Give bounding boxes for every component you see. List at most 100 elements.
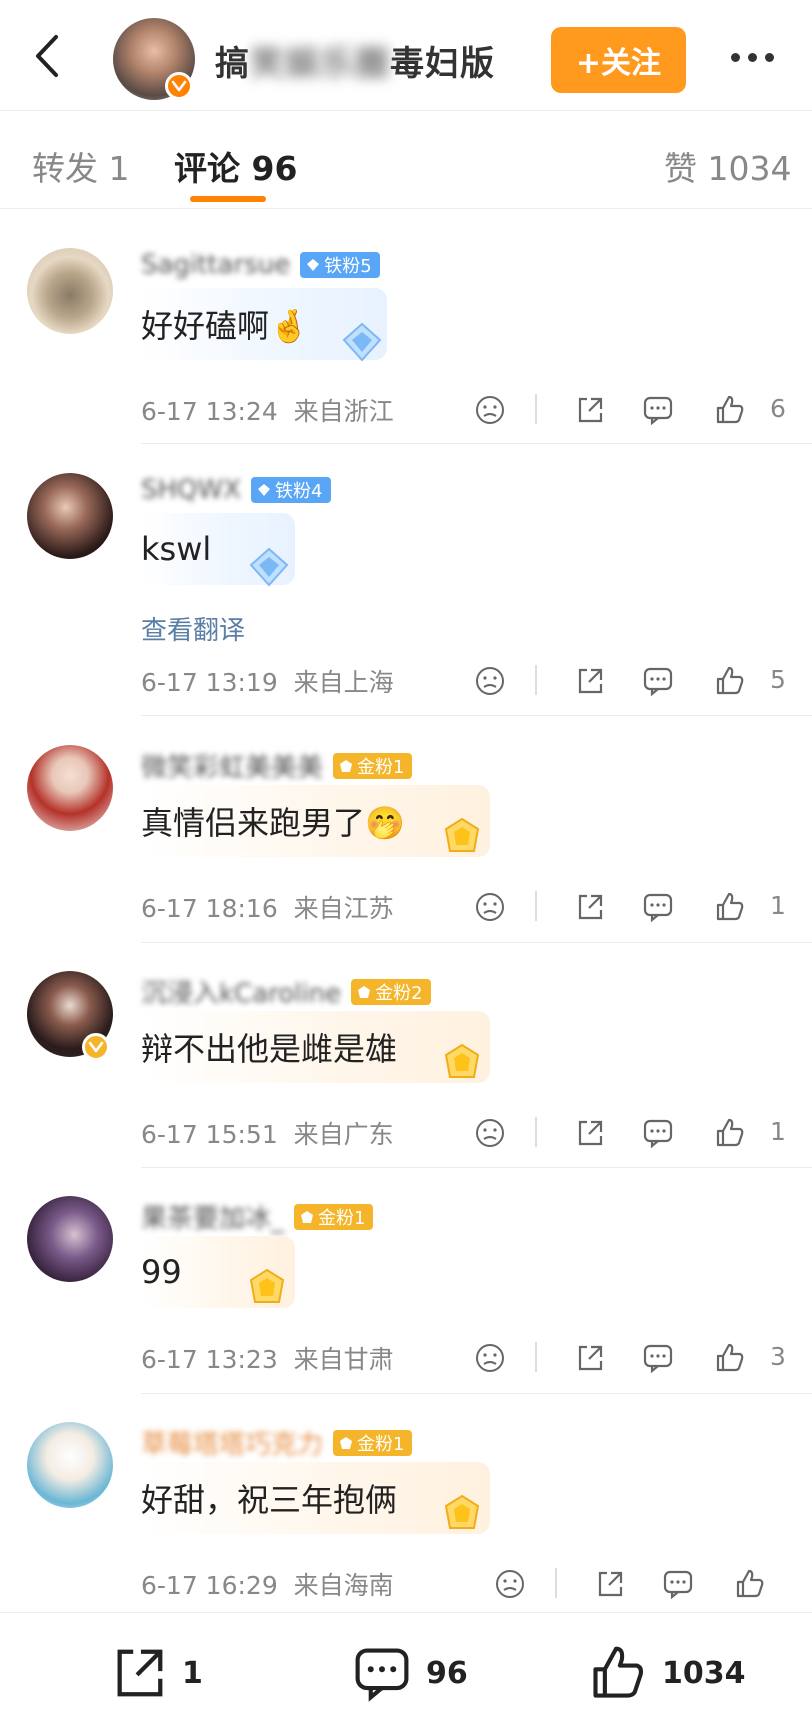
follow-button[interactable]: +关注 xyxy=(551,27,686,93)
comment-bubble[interactable]: 好甜，祝三年抱俩 xyxy=(141,1462,490,1534)
avatar[interactable] xyxy=(27,473,113,559)
comment-meta: 6-17 13:19 来自上海 xyxy=(141,668,394,697)
comment-author[interactable]: Sagittarsue 铁粉5 xyxy=(141,250,380,280)
repost-button[interactable]: 1 xyxy=(110,1641,203,1705)
gold-gem-deco-icon xyxy=(249,1268,285,1303)
crown-gem-icon xyxy=(340,759,353,772)
detail-tabs: 转发 1 评论 96 赞 1034 xyxy=(0,110,812,209)
comment-actions: 5 xyxy=(470,661,790,701)
comment-meta: 6-17 16:29 来自海南 xyxy=(141,1571,394,1600)
comment-icon[interactable] xyxy=(658,1564,698,1604)
comment-bubble[interactable]: 辩不出他是雌是雄 xyxy=(141,1011,490,1083)
fan-badge: 铁粉4 xyxy=(251,477,331,503)
like-count: 3 xyxy=(770,1342,786,1371)
avatar[interactable] xyxy=(27,1422,113,1508)
like-count: 5 xyxy=(770,665,786,694)
divider xyxy=(141,1167,812,1168)
like-count: 1 xyxy=(770,891,786,920)
like-count: 1034 xyxy=(662,1655,746,1691)
like-icon[interactable] xyxy=(730,1564,770,1604)
diamond-icon xyxy=(258,484,271,496)
dislike-icon[interactable] xyxy=(490,1564,530,1604)
tab-comments[interactable]: 评论 96 xyxy=(174,142,297,190)
comment-meta: 6-17 13:23 来自甘肃 xyxy=(141,1345,394,1374)
author-name[interactable]: 搞笑娱乐圈毒妇版 xyxy=(215,36,495,85)
active-tab-indicator xyxy=(190,196,266,202)
gold-gem-deco-icon xyxy=(444,1494,480,1529)
comment-icon[interactable] xyxy=(638,1113,678,1153)
divider xyxy=(141,1393,812,1394)
tab-reposts[interactable]: 转发 1 xyxy=(32,142,130,190)
verified-icon xyxy=(82,1033,110,1061)
share-icon[interactable] xyxy=(590,1564,630,1604)
comment-text: 辩不出他是雌是雄 xyxy=(141,1030,398,1068)
back-arrow-icon xyxy=(36,35,58,77)
bottom-action-bar: 1 96 1034 xyxy=(0,1612,812,1733)
repost-count: 1 xyxy=(182,1655,203,1691)
comment-icon[interactable] xyxy=(638,1338,678,1378)
like-count: 1 xyxy=(770,1117,786,1146)
back-button[interactable] xyxy=(22,28,72,84)
comment-author[interactable]: 果茶要加冰_ 金粉1 xyxy=(141,1198,374,1235)
translate-link[interactable]: 查看翻译 xyxy=(141,610,245,647)
like-icon xyxy=(593,1646,644,1698)
comment-text: kswl xyxy=(141,530,212,568)
comment-author[interactable]: SHQWX 铁粉4 xyxy=(141,475,331,505)
divider xyxy=(141,715,812,716)
comment-author[interactable]: 微笑彩虹美美美 金粉1 xyxy=(141,747,413,784)
comment-icon[interactable] xyxy=(638,887,678,927)
more-icon[interactable] xyxy=(722,40,782,74)
share-icon[interactable] xyxy=(570,1113,610,1153)
like-count: 6 xyxy=(770,394,786,423)
share-icon[interactable] xyxy=(570,661,610,701)
top-bar: 搞笑娱乐圈毒妇版 +关注 xyxy=(0,0,812,111)
fan-badge: 铁粉5 xyxy=(300,252,380,278)
avatar[interactable] xyxy=(27,745,113,831)
comment-meta: 6-17 18:16 来自江苏 xyxy=(141,894,394,923)
dislike-icon[interactable] xyxy=(470,390,510,430)
divider xyxy=(141,443,812,444)
comment-button[interactable]: 96 xyxy=(352,1641,468,1705)
comment-count: 96 xyxy=(426,1655,468,1691)
avatar[interactable] xyxy=(27,1196,113,1282)
share-icon[interactable] xyxy=(570,390,610,430)
diamond-deco-icon xyxy=(249,547,289,587)
crown-gem-icon xyxy=(340,1436,353,1449)
comment-icon[interactable] xyxy=(638,661,678,701)
like-icon[interactable] xyxy=(710,661,750,701)
dislike-icon[interactable] xyxy=(470,661,510,701)
comment-author[interactable]: 草莓塔塔巧克力 金粉1 xyxy=(141,1424,413,1461)
comment-text: 好好磕啊🤞 xyxy=(141,307,309,345)
dislike-icon[interactable] xyxy=(470,887,510,927)
like-icon[interactable] xyxy=(710,1338,750,1378)
comment-meta: 6-17 13:24 来自浙江 xyxy=(141,397,394,426)
crown-gem-icon xyxy=(358,985,371,998)
comment-actions: 3 xyxy=(470,1338,790,1378)
comment-actions: 6 xyxy=(470,390,790,430)
fan-badge: 金粉2 xyxy=(351,978,431,1005)
divider xyxy=(141,942,812,943)
diamond-deco-icon xyxy=(342,322,382,362)
gold-gem-deco-icon xyxy=(444,817,480,852)
share-icon xyxy=(117,1649,163,1697)
like-icon[interactable] xyxy=(710,887,750,927)
tab-likes[interactable]: 赞 1034 xyxy=(664,142,791,190)
comment-actions: 1 xyxy=(470,887,790,927)
comment-author[interactable]: 沉浸入kCaroline 金粉2 xyxy=(141,973,431,1010)
like-icon[interactable] xyxy=(710,1113,750,1153)
comment-icon[interactable] xyxy=(638,390,678,430)
share-icon[interactable] xyxy=(570,887,610,927)
comment-text: 好甜，祝三年抱俩 xyxy=(141,1481,398,1519)
diamond-icon xyxy=(307,259,320,271)
avatar[interactable] xyxy=(27,248,113,334)
like-button[interactable]: 1034 xyxy=(588,1641,746,1705)
fan-badge: 金粉1 xyxy=(333,1429,413,1456)
like-icon[interactable] xyxy=(710,390,750,430)
gold-gem-deco-icon xyxy=(444,1043,480,1078)
dislike-icon[interactable] xyxy=(470,1338,510,1378)
comment-bubble[interactable]: 真情侣来跑男了🤭 xyxy=(141,785,490,857)
comment-meta: 6-17 15:51 来自广东 xyxy=(141,1120,394,1149)
dislike-icon[interactable] xyxy=(470,1113,510,1153)
share-icon[interactable] xyxy=(570,1338,610,1378)
comment-icon xyxy=(355,1648,409,1702)
